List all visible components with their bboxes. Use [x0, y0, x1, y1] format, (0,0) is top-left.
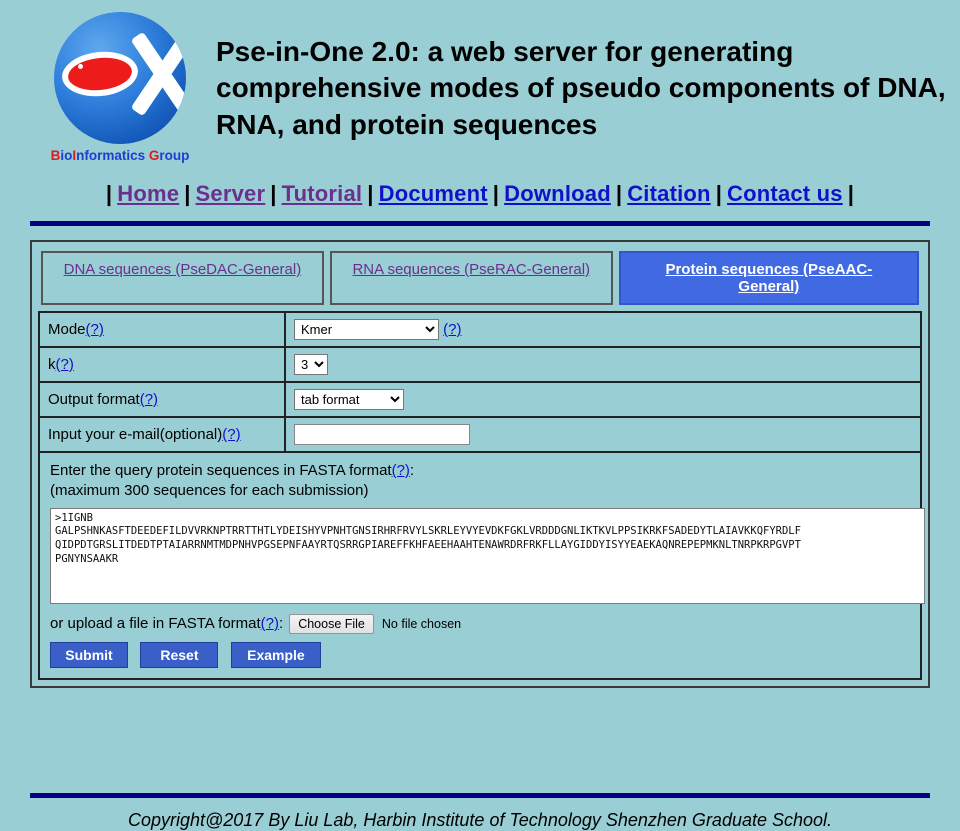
nav-item-server[interactable]: Server	[196, 181, 266, 206]
mode-label-cell: Mode(?)	[38, 311, 286, 348]
output-format-label: Output format	[48, 391, 140, 408]
output-format-select[interactable]: tab formatsvm formatcsv formatweka forma…	[294, 389, 404, 410]
choose-file-button[interactable]: Choose File	[289, 613, 374, 634]
table-row-mode: Mode(?) KmerDRDistance PairACCCACCPC-Pse…	[38, 311, 922, 348]
sequence-help-link[interactable]: (?)	[392, 462, 410, 479]
file-upload-row: or upload a file in FASTA format (?): Cho…	[50, 613, 910, 634]
sequence-prompt-colon: :	[409, 462, 415, 479]
email-control-cell	[284, 416, 922, 453]
table-row-email: Input your e-mail(optional)(?)	[38, 416, 922, 453]
email-field[interactable]	[294, 424, 470, 445]
k-select[interactable]: 12345	[294, 354, 328, 375]
sequence-prompt-line1: Enter the query protein sequences in FAS…	[50, 462, 392, 479]
mode-select[interactable]: KmerDRDistance PairACCCACCPC-PseAACSC-Ps…	[294, 319, 439, 340]
nav-separator: |	[367, 181, 374, 206]
tab-protein-sequences[interactable]: Protein sequences (PseAAC-General)	[618, 251, 920, 305]
upload-label-colon: :	[279, 615, 284, 632]
logo-caption-part: nformatics	[76, 148, 146, 163]
reset-button[interactable]: Reset	[140, 641, 219, 668]
output-format-help-link[interactable]: (?)	[140, 391, 158, 408]
file-status-text: No file chosen	[381, 616, 462, 631]
logo-caption: BioInformatics Group	[40, 148, 200, 163]
nav-separator: |	[847, 181, 855, 206]
tab-protein-label[interactable]: Protein sequences (PseAAC-General)	[665, 261, 872, 295]
logo-caption-part: G	[148, 148, 160, 163]
logo-caption-part: roup	[159, 148, 190, 163]
mode-control-cell: KmerDRDistance PairACCCACCPC-PseAACSC-Ps…	[284, 311, 922, 348]
output-format-control-cell: tab formatsvm formatcsv formatweka forma…	[284, 381, 922, 418]
tab-dna-sequences[interactable]: DNA sequences (PseDAC-General)	[41, 251, 324, 305]
footer-divider	[30, 792, 930, 798]
logo-caption-part: io	[60, 148, 73, 163]
k-help-link[interactable]: (?)	[56, 356, 74, 373]
mode-extra-help-link[interactable]: (?)	[443, 321, 461, 338]
nav-separator: |	[615, 181, 623, 206]
site-logo: BioInformatics Group	[40, 12, 200, 163]
submit-button[interactable]: Submit	[50, 641, 128, 668]
email-help-link[interactable]: (?)	[222, 426, 240, 443]
sequence-prompt-line2: (maximum 300 sequences for each submissi…	[50, 482, 369, 500]
mode-help-link[interactable]: (?)	[86, 321, 104, 338]
nav-separator: |	[105, 181, 113, 206]
tab-rna-sequences[interactable]: RNA sequences (PseRAC-General)	[329, 251, 613, 305]
tab-rna-label[interactable]: RNA sequences (PseRAC-General)	[352, 261, 590, 278]
nav-item-contact-us[interactable]: Contact us	[727, 181, 843, 206]
tab-dna-label[interactable]: DNA sequences (PseDAC-General)	[64, 261, 302, 278]
k-label-cell: k(?)	[38, 346, 286, 383]
upload-label: or upload a file in FASTA format	[50, 615, 261, 632]
k-control-cell: 12345	[284, 346, 922, 383]
nav-separator: |	[492, 181, 500, 206]
nav-separator: |	[184, 181, 191, 206]
mode-label: Mode	[48, 321, 86, 338]
page-header: BioInformatics Group Pse-in-One 2.0: a w…	[0, 0, 960, 163]
table-row-k: k(?) 12345	[38, 346, 922, 383]
nav-item-document[interactable]: Document	[379, 181, 488, 206]
main-navigation: | Home | Server | Tutorial | Document | Download |…	[0, 181, 960, 207]
output-format-label-cell: Output format(?)	[38, 381, 286, 418]
nav-item-download[interactable]: Download	[504, 181, 611, 206]
nav-separator: |	[270, 181, 277, 206]
email-label-cell: Input your e-mail(optional)(?)	[38, 416, 286, 453]
sequence-prompt: Enter the query protein sequences in FAS…	[50, 461, 910, 502]
sequence-input-block: Enter the query protein sequences in FAS…	[38, 453, 925, 680]
email-label: Input your e-mail(optional)	[48, 426, 223, 443]
fish-eye-icon	[78, 64, 83, 69]
logo-caption-part: B	[50, 148, 61, 163]
nav-item-tutorial[interactable]: Tutorial	[282, 181, 363, 206]
nav-item-citation[interactable]: Citation	[627, 181, 710, 206]
parameters-table: Mode(?) KmerDRDistance PairACCCACCPC-Pse…	[38, 311, 922, 453]
footer-copyright: Copyright@2017 By Liu Lab, Harbin Instit…	[127, 809, 833, 830]
header-divider	[30, 221, 930, 226]
sequence-type-tabs: DNA sequences (PseDAC-General) RNA seque…	[38, 248, 922, 309]
sequence-textarea[interactable]	[50, 507, 925, 604]
fish-logo-icon	[54, 12, 186, 144]
nav-item-home[interactable]: Home	[117, 181, 179, 206]
upload-help-link[interactable]: (?)	[261, 615, 279, 632]
table-row-output-format: Output format(?) tab formatsvm formatcsv…	[38, 381, 922, 418]
form-actions: Submit Reset Example	[50, 641, 910, 668]
k-label: k	[48, 356, 56, 373]
page-title: Pse-in-One 2.0: a web server for generat…	[216, 36, 946, 140]
server-panel: DNA sequences (PseDAC-General) RNA seque…	[30, 240, 930, 688]
nav-separator: |	[715, 181, 723, 206]
example-button[interactable]: Example	[230, 641, 321, 668]
